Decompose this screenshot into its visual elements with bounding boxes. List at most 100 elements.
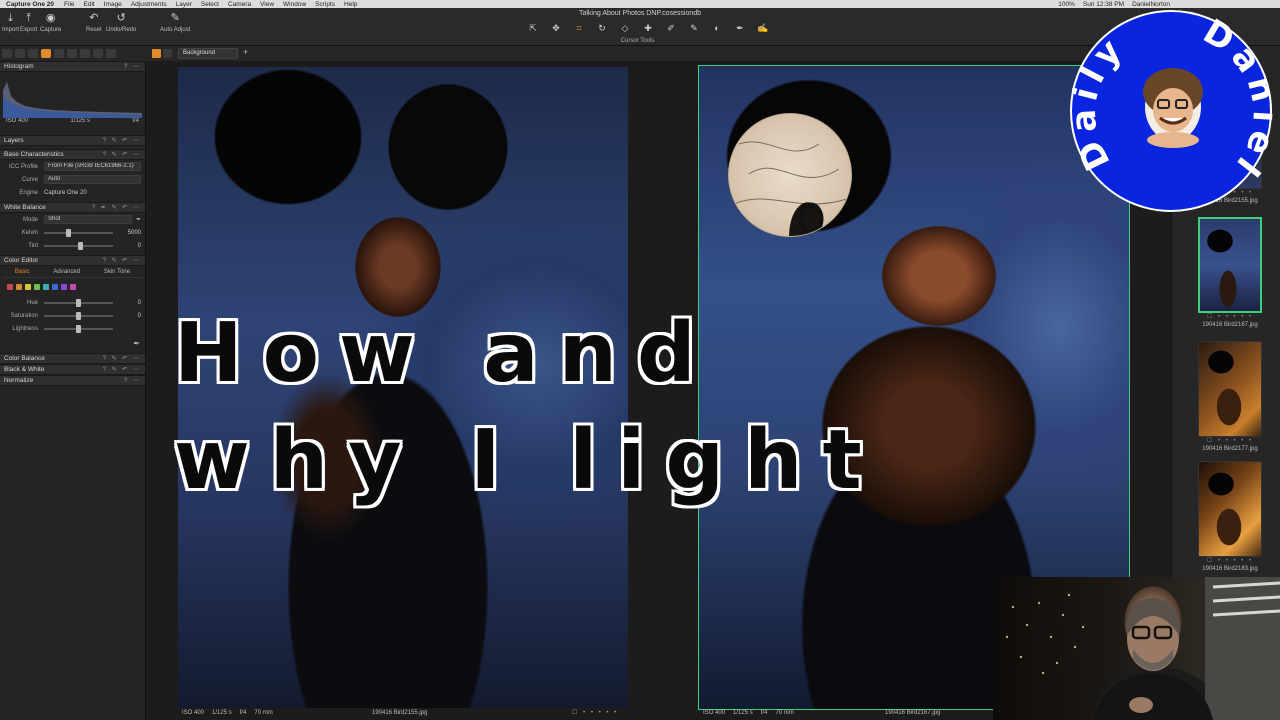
import-button[interactable]: ⤓ Import	[2, 12, 19, 33]
brush-cursor-icon[interactable]: ✐	[664, 22, 678, 34]
adjustments-tab-icon[interactable]	[93, 49, 103, 58]
tab-advanced[interactable]: Advanced	[53, 269, 80, 275]
black-white-header[interactable]: Black & White ? ✎ ↶ ⋯	[0, 364, 145, 375]
color-swatch[interactable]	[61, 284, 67, 290]
hue-value[interactable]: 0	[119, 300, 141, 306]
kelvin-slider[interactable]	[44, 228, 113, 237]
gradient-cursor-icon[interactable]: ◐	[710, 22, 724, 34]
hue-slider[interactable]	[44, 298, 113, 307]
user-name[interactable]: DanielNorton	[1132, 1, 1170, 8]
capture-button[interactable]: ◉ Capture	[40, 12, 61, 33]
lightness-slider[interactable]	[44, 324, 113, 333]
section-menu-icon[interactable]: ? ✎ ↶ ⋯	[103, 355, 141, 362]
tab-skin-tone[interactable]: Skin Tone	[104, 269, 130, 275]
menu-help[interactable]: Help	[344, 1, 357, 8]
saturation-slider-knob[interactable]	[76, 311, 81, 320]
wb-picker-icon[interactable]: ✒	[136, 216, 141, 223]
menu-image[interactable]: Image	[104, 1, 122, 8]
undo-redo-button[interactable]: ↺ Undo/Redo	[106, 12, 136, 33]
section-menu-icon[interactable]: ? ✒ ✎ ↶ ⋯	[92, 204, 141, 211]
normalize-header[interactable]: Normalize ? ⋯	[0, 375, 145, 386]
histogram-header[interactable]: Histogram ? ⋯	[0, 61, 145, 72]
wb-mode-select[interactable]: Shot	[44, 215, 132, 224]
spot-cursor-icon[interactable]: ✚	[641, 22, 655, 34]
thumb-rating[interactable]: ☐ • • • • •	[1198, 557, 1262, 564]
crop-cursor-icon[interactable]: ⌗	[572, 22, 586, 34]
section-menu-icon[interactable]: ? ✎ ↶ ⋯	[103, 257, 141, 264]
browser-thumb[interactable]: ☐ • • • • • 190416 Bird2183.jpg	[1198, 461, 1262, 572]
output-tab-icon[interactable]	[106, 49, 116, 58]
kelvin-slider-knob[interactable]	[66, 228, 71, 237]
icc-profile-select[interactable]: From File (sRGB IEC61966-2.1)	[44, 162, 141, 171]
annotate-cursor-icon[interactable]: ✍	[756, 22, 770, 34]
white-balance-header[interactable]: White Balance ? ✒ ✎ ↶ ⋯	[0, 202, 145, 213]
menu-file[interactable]: File	[64, 1, 74, 8]
color-tab-icon[interactable]	[41, 49, 51, 58]
export-button[interactable]: ⤒ Export	[20, 12, 37, 33]
saturation-slider[interactable]	[44, 311, 113, 320]
picker-cursor-icon[interactable]: ✒	[733, 22, 747, 34]
layers-header[interactable]: Layers ? ✎ ↶ ⋯	[0, 135, 145, 146]
menu-adjustments[interactable]: Adjustments	[131, 1, 167, 8]
capture-tab-icon[interactable]	[15, 49, 25, 58]
hue-slider-knob[interactable]	[76, 298, 81, 307]
section-menu-icon[interactable]: ? ✎ ↶ ⋯	[103, 151, 141, 158]
tint-slider-knob[interactable]	[78, 241, 83, 250]
color-swatch[interactable]	[52, 284, 58, 290]
thumbnail-image[interactable]	[1198, 461, 1262, 557]
lens-tab-icon[interactable]	[28, 49, 38, 58]
color-swatch[interactable]	[43, 284, 49, 290]
menu-select[interactable]: Select	[201, 1, 219, 8]
color-swatch[interactable]	[70, 284, 76, 290]
menu-layer[interactable]: Layer	[176, 1, 192, 8]
pan-cursor-icon[interactable]: ✥	[549, 22, 563, 34]
metadata-tab-icon[interactable]	[80, 49, 90, 58]
menu-edit[interactable]: Edit	[84, 1, 95, 8]
base-characteristics-header[interactable]: Base Characteristics ? ✎ ↶ ⋯	[0, 149, 145, 160]
color-picker-icon[interactable]: ✒	[133, 339, 140, 348]
left-rating-stars[interactable]: ☐ • • • • •	[572, 709, 618, 716]
menu-window[interactable]: Window	[283, 1, 306, 8]
rotate-cursor-icon[interactable]: ↻	[595, 22, 609, 34]
section-menu-icon[interactable]: ? ⋯	[124, 63, 141, 70]
color-balance-header[interactable]: Color Balance ? ✎ ↶ ⋯	[0, 353, 145, 364]
reset-button[interactable]: ↶ Reset	[86, 12, 102, 33]
color-swatch[interactable]	[25, 284, 31, 290]
section-menu-icon[interactable]: ? ✎ ↶ ⋯	[103, 366, 141, 373]
section-menu-icon[interactable]: ? ⋯	[124, 377, 141, 384]
menu-scripts[interactable]: Scripts	[315, 1, 335, 8]
loupe-magnifier[interactable]	[728, 113, 852, 237]
layer-select[interactable]: Background	[178, 48, 238, 59]
menu-view[interactable]: View	[260, 1, 274, 8]
color-swatch[interactable]	[7, 284, 13, 290]
thumbnail-image[interactable]	[1198, 341, 1262, 437]
thumbnail-image[interactable]	[1198, 217, 1262, 313]
eraser-cursor-icon[interactable]: ✎	[687, 22, 701, 34]
tint-slider[interactable]	[44, 241, 113, 250]
grid-view-icon[interactable]	[152, 49, 161, 58]
kelvin-value[interactable]: 5000	[119, 230, 141, 236]
tab-basic[interactable]: Basic	[15, 269, 30, 275]
exposure-tab-icon[interactable]	[54, 49, 64, 58]
tint-value[interactable]: 0	[119, 243, 141, 249]
select-cursor-icon[interactable]: ⇱	[526, 22, 540, 34]
lightness-slider-knob[interactable]	[76, 324, 81, 333]
library-tab-icon[interactable]	[2, 49, 12, 58]
curve-select[interactable]: Auto	[44, 175, 141, 184]
details-tab-icon[interactable]	[67, 49, 77, 58]
color-swatch[interactable]	[16, 284, 22, 290]
thumb-rating[interactable]: ☐ • • • • •	[1198, 313, 1262, 320]
saturation-value[interactable]: 0	[119, 313, 141, 319]
section-menu-icon[interactable]: ? ✎ ↶ ⋯	[103, 137, 141, 144]
color-editor-header[interactable]: Color Editor ? ✎ ↶ ⋯	[0, 255, 145, 266]
clock[interactable]: Sun 12:38 PM	[1083, 1, 1124, 8]
thumb-rating[interactable]: ☐ • • • • •	[1198, 437, 1262, 444]
browser-thumb[interactable]: ☐ • • • • • 190416 Bird2177.jpg	[1198, 341, 1262, 452]
browser-thumb-selected[interactable]: ☐ • • • • • 190416 Bird2167.jpg	[1198, 217, 1262, 328]
keystone-cursor-icon[interactable]: ◇	[618, 22, 632, 34]
color-swatch[interactable]	[34, 284, 40, 290]
battery-status[interactable]: 100%	[1058, 1, 1075, 8]
menu-camera[interactable]: Camera	[228, 1, 251, 8]
app-menu[interactable]: Capture One 20	[6, 1, 54, 8]
add-layer-icon[interactable]: +	[243, 47, 248, 57]
